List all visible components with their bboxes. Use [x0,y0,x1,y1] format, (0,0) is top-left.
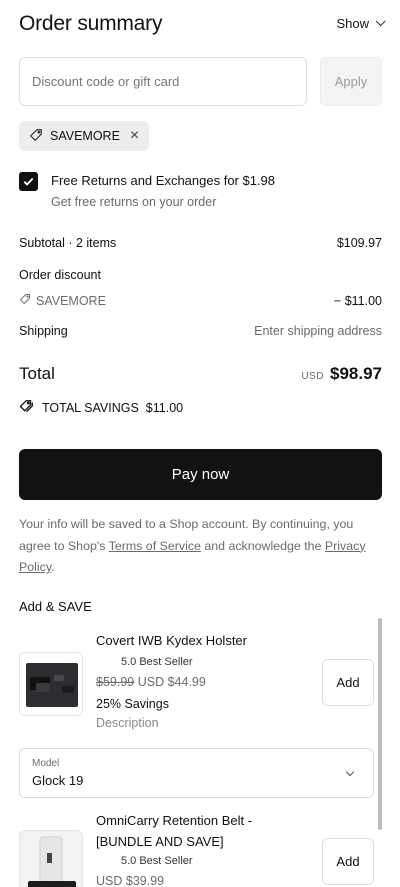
legal-text: and acknowledge the [200,538,325,553]
tag-icon [29,128,43,145]
free-returns-subtitle: Get free returns on your order [51,195,217,209]
total-amount: $98.97 [330,364,382,383]
product-badge: 5.0 Best Seller [121,656,193,668]
product-price: USD $39.99 [96,874,165,887]
order-discount-label: Order discount [19,268,101,282]
product-description-link[interactable]: Description [96,716,159,730]
applied-discount-tag: SAVEMORE × [19,121,150,151]
discount-value: − $11.00 [333,293,382,308]
savings-value: $11.00 [145,400,184,415]
discount-code-row: SAVEMORE − $11.00 [19,293,382,308]
applied-code-label: SAVEMORE [50,129,120,143]
checkmark-icon [23,177,34,186]
product-image-holster [19,652,83,716]
shipping-value: Enter shipping address [254,324,382,338]
terms-of-service-link[interactable]: Terms of Service [109,539,201,553]
discount-code-label: SAVEMORE [36,293,106,308]
shipping-label: Shipping [19,324,68,338]
discount-code-input[interactable] [19,57,307,106]
pay-now-button[interactable]: Pay now [19,449,382,500]
shipping-row: Shipping Enter shipping address [19,324,382,338]
chevron-down-icon [375,16,386,27]
tag-icon [19,293,31,308]
product-savings: 25% Savings [96,697,169,711]
current-price: USD $44.99 [137,675,206,689]
apply-discount-button[interactable]: Apply [320,57,382,106]
total-savings: TOTAL SAVINGS $11.00 [19,399,183,416]
order-discount-row: Order discount [19,268,382,282]
product-name: OmniCarry Retention Belt - [BUNDLE AND S… [96,813,253,849]
total-label: Total [19,364,55,383]
product-image-belt [19,830,83,887]
subtotal-row: Subtotal · 2 items $109.97 [19,236,382,250]
currency-code: USD [301,371,324,382]
show-summary-toggle[interactable]: Show [336,16,386,31]
legal-notice: Your info will be saved to a Shop accoun… [19,514,384,579]
model-select-label: Model [32,758,60,769]
add-holster-button[interactable]: Add [322,659,374,706]
model-select-value: Glock 19 [32,773,84,788]
remove-code-icon[interactable]: × [130,128,139,144]
old-price: $59.99 [96,675,135,689]
add-belt-button[interactable]: Add [322,838,374,885]
model-select[interactable]: Model Glock 19 [19,748,374,798]
free-returns-title: Free Returns and Exchanges for $1.98 [51,173,276,188]
page-title: Order summary [19,12,163,35]
legal-text: . [51,560,55,574]
free-returns-checkbox[interactable] [19,172,38,191]
product-badge: 5.0 Best Seller [121,855,193,867]
product-price: $59.99 USD $44.99 [96,675,206,689]
savings-tag-icon [19,399,35,416]
savings-label: TOTAL SAVINGS [42,400,139,415]
upsell-title: Add & SAVE [19,599,92,614]
upsell-scrollbar[interactable] [378,618,382,830]
show-toggle-label: Show [336,16,369,31]
order-summary-header: Order summary Show [19,10,386,40]
subtotal-label: Subtotal · 2 items [19,236,117,250]
product-name: Covert IWB Kydex Holster [96,633,247,648]
subtotal-value: $109.97 [336,236,382,250]
total-row: Total USD $98.97 [19,364,382,384]
upsell-list[interactable]: Covert IWB Kydex Holster 5.0 Best Seller… [19,618,380,887]
chevron-down-icon [345,767,355,777]
